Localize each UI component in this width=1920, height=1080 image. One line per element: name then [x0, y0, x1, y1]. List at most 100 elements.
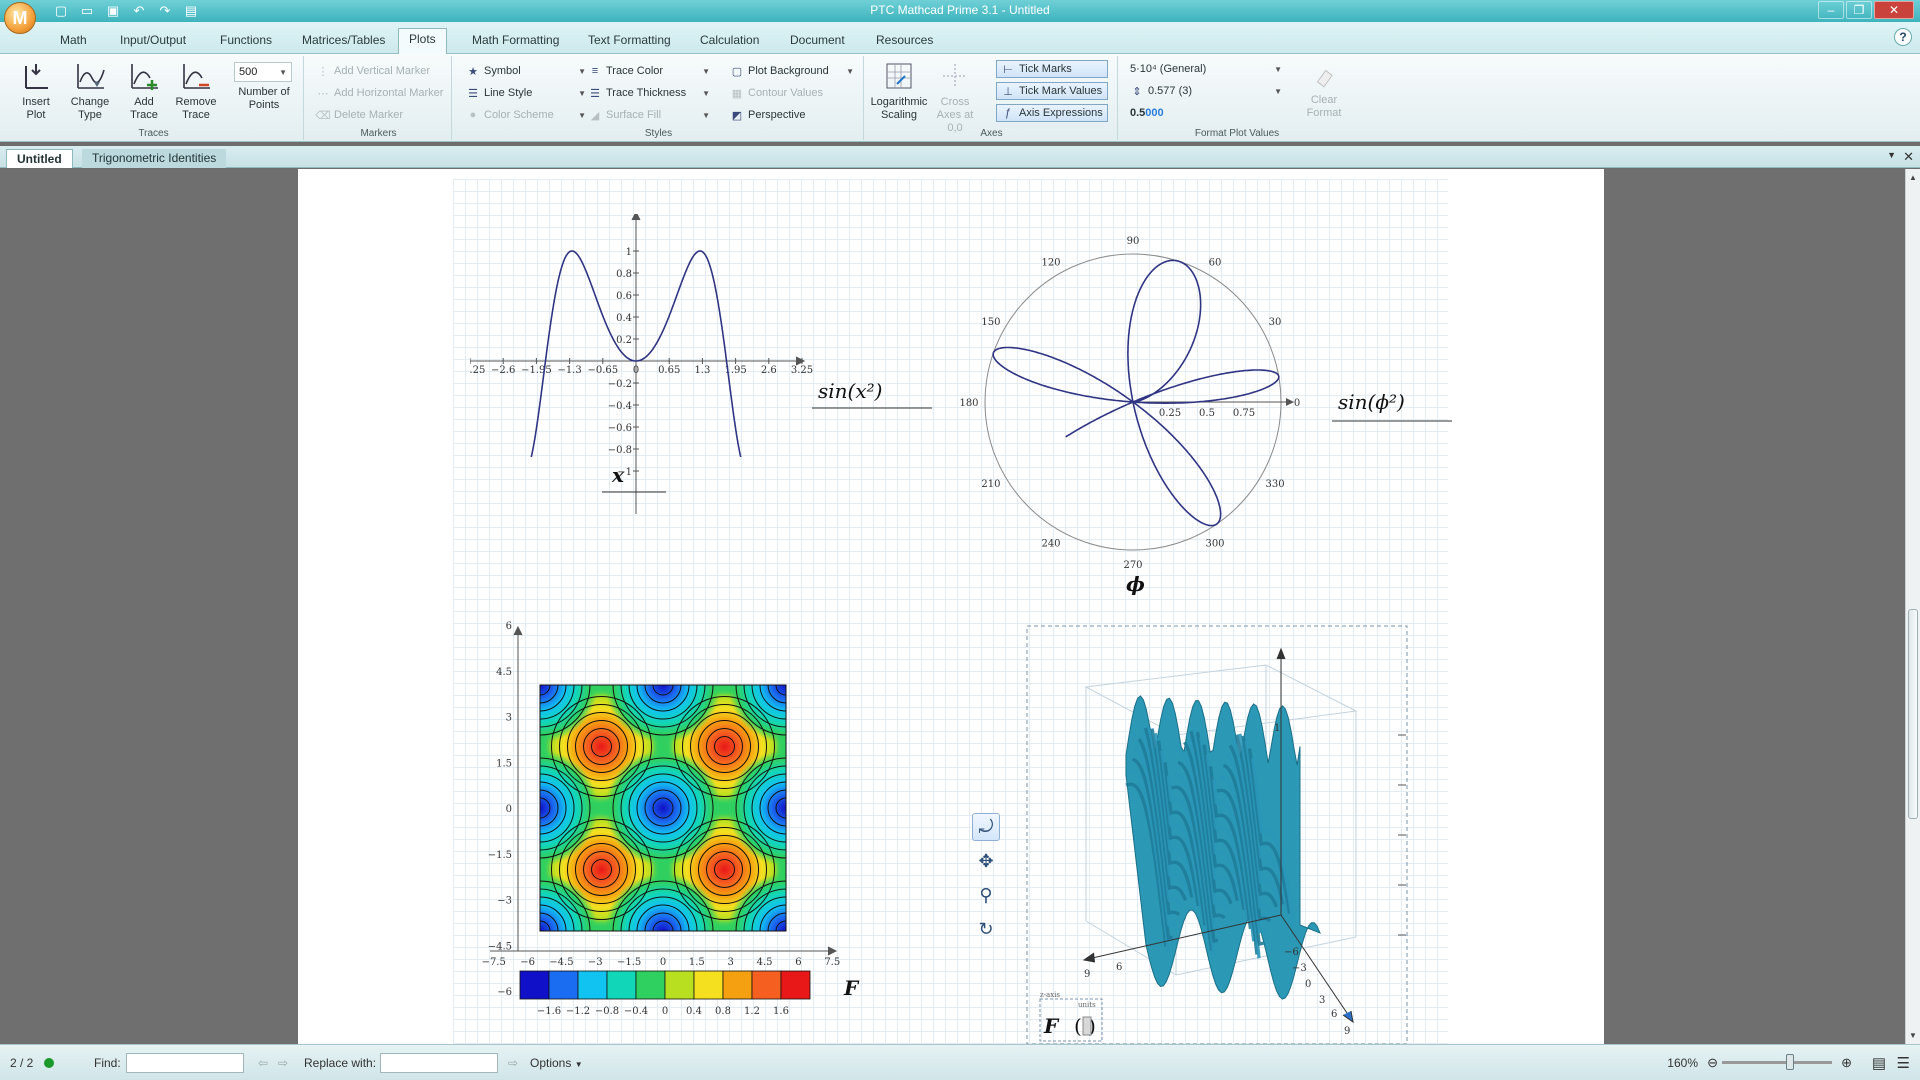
- find-input[interactable]: [126, 1052, 244, 1073]
- cross-axes-button[interactable]: Cross Axes at 0,0: [930, 60, 980, 135]
- number-format-dropdown[interactable]: 5·10⁴ (General) ▼: [1130, 60, 1282, 78]
- options-label: Options: [530, 1055, 572, 1070]
- polar-plot[interactable]: 9060300330300270240210180150120 0.25 0.5 0…: [960, 219, 1460, 604]
- vertical-scrollbar-thumb[interactable]: [1908, 609, 1918, 819]
- zoom-icon[interactable]: ⚲: [972, 881, 1000, 909]
- delete-marker-label: Delete Marker: [334, 109, 404, 121]
- tick-mark-values-toggle[interactable]: ⊥ Tick Mark Values: [996, 82, 1108, 100]
- colorbar-swatch: [635, 970, 666, 1000]
- surface-fill-label: Surface Fill: [606, 109, 662, 121]
- contour-y-tick-6: −1.5: [488, 850, 512, 861]
- plot-background-dropdown[interactable]: ▢ Plot Background ▼: [730, 62, 854, 80]
- surface-3d-plot[interactable]: 9 6 1 −6 −3 0 3 6 9 z-axis units F ( ): [1026, 625, 1408, 1044]
- tab-functions[interactable]: Functions: [210, 30, 282, 50]
- tab-math-formatting[interactable]: Math Formatting: [462, 30, 569, 50]
- tab-document[interactable]: Document: [780, 30, 855, 50]
- doc-tab-untitled[interactable]: Untitled: [6, 149, 73, 168]
- contour-y-tick-2: 4.5: [496, 667, 512, 678]
- number-of-points-combo[interactable]: 500 ▼: [234, 62, 292, 82]
- zoom-in-icon[interactable]: ⊕: [1841, 1055, 1852, 1071]
- xy-plot[interactable]: −3.25−2.6−1.95−1.3−0.6500.651.31.952.63.…: [470, 214, 950, 529]
- tick-marks-toggle[interactable]: ⊢ Tick Marks: [996, 60, 1108, 78]
- document-list-icon[interactable]: ▼: [1887, 150, 1896, 160]
- colorbar-swatch: [606, 970, 637, 1000]
- symbol-dropdown[interactable]: ★ Symbol ▼: [466, 62, 586, 80]
- sin-phi-squared-trace: [992, 259, 1280, 527]
- rotate-icon[interactable]: ⤾: [972, 813, 1000, 841]
- line-style-dropdown[interactable]: ☰ Line Style ▼: [466, 84, 586, 102]
- insert-plot-button[interactable]: Insert Plot: [12, 60, 60, 122]
- help-button[interactable]: ?: [1894, 28, 1912, 46]
- surface-fill-dropdown[interactable]: ◢ Surface Fill ▼: [588, 106, 710, 124]
- trace-color-dropdown[interactable]: ≡ Trace Color ▼: [588, 62, 710, 80]
- colorbar-tick-7: 1.2: [744, 1006, 760, 1017]
- spinner-icon[interactable]: ⇕: [1130, 84, 1144, 98]
- window-title: PTC Mathcad Prime 3.1 - Untitled: [870, 3, 1050, 17]
- app-logo-button[interactable]: M: [4, 2, 36, 34]
- minimize-button[interactable]: –: [1818, 1, 1844, 19]
- colorbar-tick-2: −0.8: [595, 1006, 619, 1017]
- reset-view-icon[interactable]: ↻: [972, 915, 1000, 943]
- precision-dropdown[interactable]: ⇕ 0.577 (3) ▼: [1130, 82, 1282, 100]
- contour-plot[interactable]: 7.5 6 4.5 3 1.5 0 −1.5 −3 −4.5 −6 −7.5 −7.5 −6 −4.5 −…: [470, 619, 890, 1019]
- tab-matrices-tables[interactable]: Matrices/Tables: [292, 30, 395, 50]
- add-vertical-marker-button[interactable]: ⋮ Add Vertical Marker: [316, 62, 430, 80]
- replace-input[interactable]: [380, 1052, 498, 1073]
- vertical-scrollbar[interactable]: ▲ ▼: [1905, 169, 1920, 1044]
- surface-side-tick-marks: [1398, 734, 1406, 936]
- pan-icon[interactable]: ✥: [972, 847, 1000, 875]
- color-scheme-dropdown[interactable]: ● Color Scheme ▼: [466, 106, 586, 124]
- polar-angle-150: 150: [981, 317, 1000, 328]
- find-next-icon[interactable]: ⇨: [278, 1056, 288, 1070]
- logarithmic-scaling-icon: [886, 63, 912, 89]
- polar-angle-210: 210: [981, 479, 1000, 490]
- colorbar-tick-1: −1.2: [566, 1006, 590, 1017]
- restore-button[interactable]: ❐: [1846, 1, 1872, 19]
- add-horizontal-marker-button[interactable]: ⋯ Add Horizontal Marker: [316, 84, 444, 102]
- change-type-button[interactable]: Change Type: [66, 60, 114, 122]
- status-bar: 2 / 2 Find: ⇦ ⇨ Replace with: ⇨ Options …: [0, 1044, 1920, 1080]
- delete-marker-icon: ⌫: [315, 109, 331, 122]
- colorbar-tick-6: 0.8: [715, 1006, 731, 1017]
- zoom-out-icon[interactable]: ⊖: [1707, 1055, 1718, 1071]
- tick-marks-label: Tick Marks: [1019, 63, 1072, 75]
- surface-tick-0-a: 0: [1305, 979, 1311, 990]
- scroll-up-icon[interactable]: ▲: [1909, 173, 1917, 182]
- tab-calculation[interactable]: Calculation: [690, 30, 769, 50]
- polar-radial-tick-2: 0.75: [1233, 408, 1255, 419]
- trace-thickness-dropdown[interactable]: ☰ Trace Thickness ▼: [588, 84, 710, 102]
- doc-tab-trigonometric-identities[interactable]: Trigonometric Identities: [82, 149, 227, 168]
- close-document-icon[interactable]: ✕: [1903, 149, 1914, 165]
- surface-units-placeholder[interactable]: [1082, 1016, 1092, 1036]
- find-previous-icon[interactable]: ⇦: [258, 1056, 268, 1070]
- remove-trace-button[interactable]: Remove Trace: [172, 60, 220, 122]
- page-view-icon[interactable]: ▤: [1872, 1054, 1886, 1072]
- tab-input-output[interactable]: Input/Output: [110, 30, 196, 50]
- replace-icon[interactable]: ⇨: [508, 1056, 518, 1070]
- draft-view-icon[interactable]: ☰: [1897, 1054, 1910, 1072]
- tab-text-formatting[interactable]: Text Formatting: [578, 30, 681, 50]
- ribbon: Insert Plot Change Type Add Trace Remove…: [0, 54, 1920, 142]
- line-style-icon: ☰: [468, 87, 478, 100]
- close-window-button[interactable]: ✕: [1874, 1, 1914, 19]
- zoom-slider[interactable]: [1722, 1054, 1832, 1070]
- contour-y-tick-8: −4.5: [488, 941, 512, 952]
- axis-expressions-toggle[interactable]: ƒ Axis Expressions: [996, 104, 1108, 122]
- contour-expression: F: [843, 976, 860, 1000]
- markers-group-label: Markers: [360, 128, 397, 139]
- markers-group: ⋮ Add Vertical Marker ⋯ Add Horizontal Mar…: [306, 56, 452, 140]
- tab-plots[interactable]: Plots: [398, 28, 447, 55]
- tab-math[interactable]: Math: [50, 30, 97, 50]
- scroll-down-icon[interactable]: ▼: [1909, 1031, 1917, 1040]
- options-dropdown[interactable]: Options ▼: [530, 1056, 583, 1070]
- logarithmic-scaling-button[interactable]: Logarithmic Scaling: [870, 60, 928, 122]
- add-trace-button[interactable]: Add Trace: [120, 60, 168, 122]
- polar-angle-60: 60: [1209, 258, 1222, 269]
- clear-format-button[interactable]: Clear Format: [1300, 64, 1348, 120]
- contour-values-button[interactable]: ▦ Contour Values: [730, 84, 823, 102]
- ribbon-tab-bar: Math Input/Output Functions Matrices/Tab…: [0, 22, 1920, 55]
- tab-resources[interactable]: Resources: [866, 30, 943, 50]
- delete-marker-button[interactable]: ⌫ Delete Marker: [315, 106, 404, 124]
- zoom-slider-thumb[interactable]: [1786, 1054, 1794, 1070]
- perspective-button[interactable]: ◩ Perspective: [730, 106, 806, 124]
